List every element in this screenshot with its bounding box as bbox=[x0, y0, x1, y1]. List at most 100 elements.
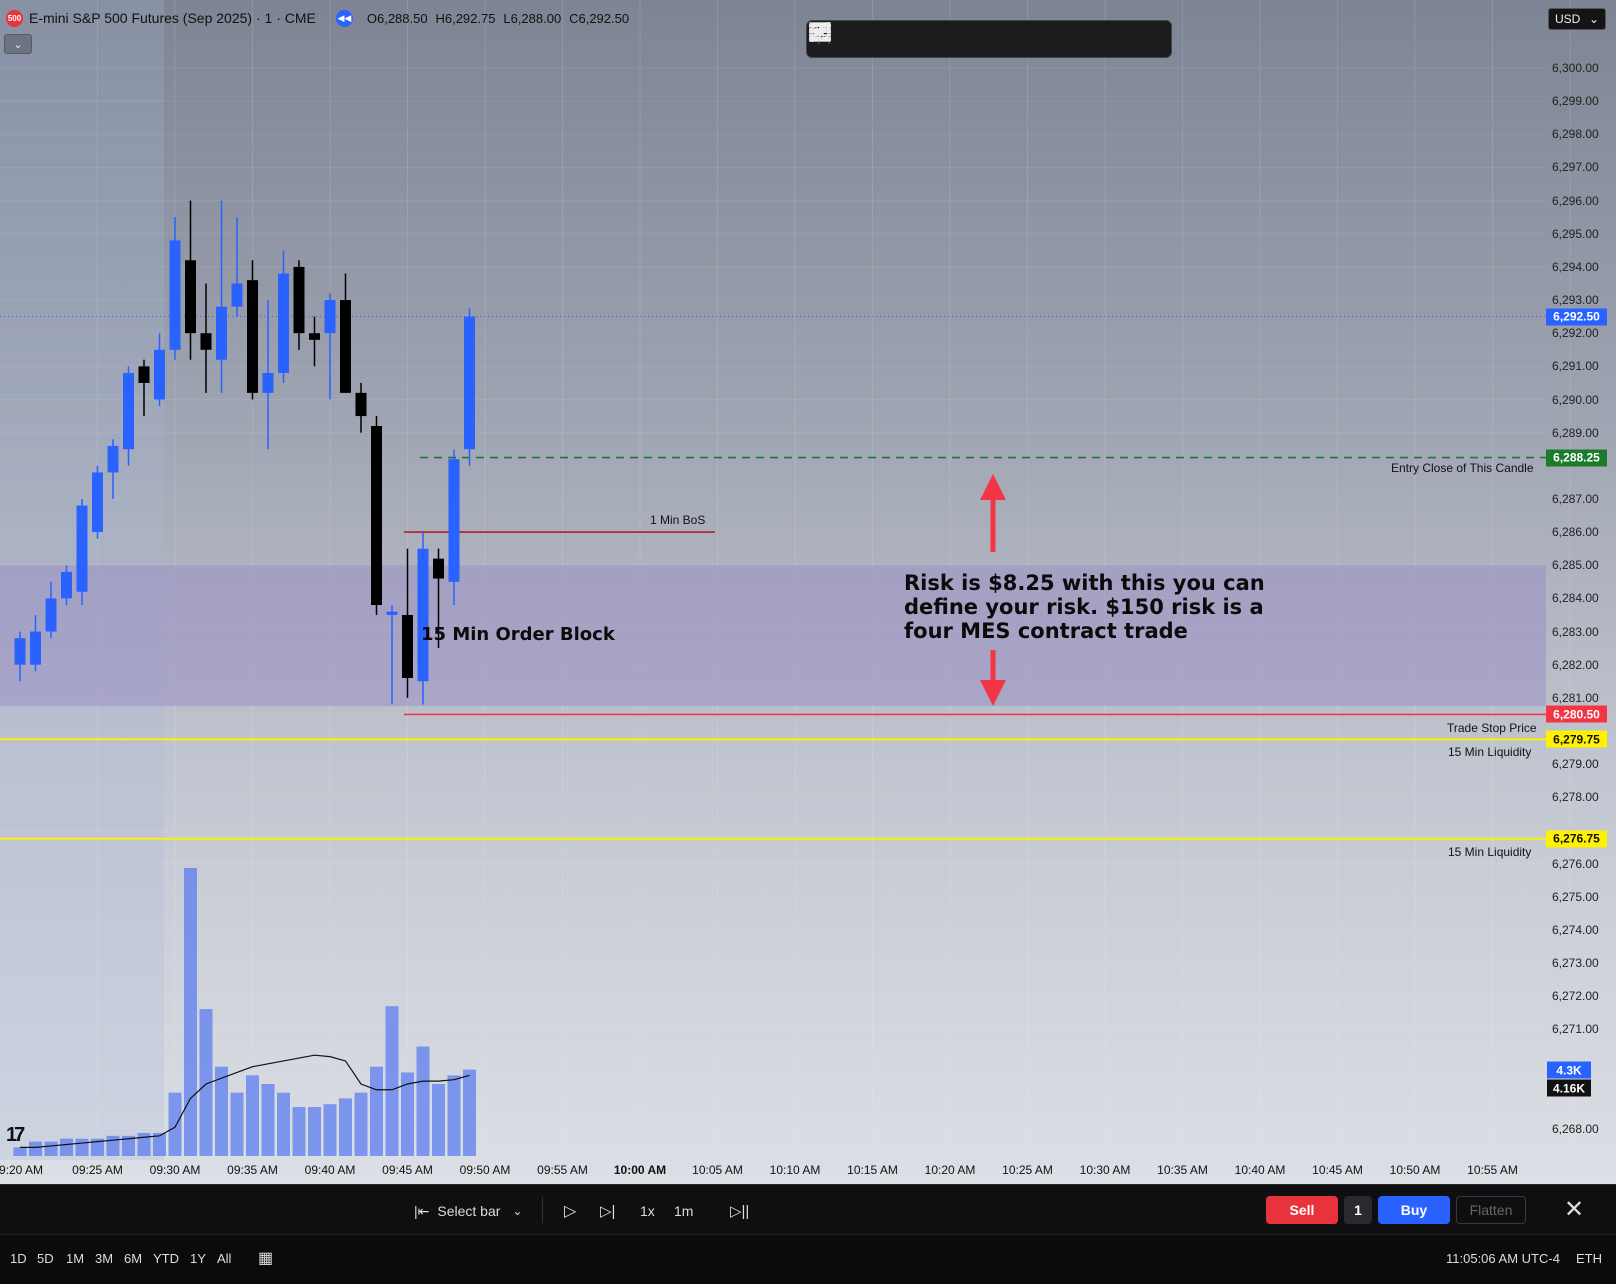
symbol-title[interactable]: E-mini S&P 500 Futures (Sep 2025) · 1 · … bbox=[29, 10, 316, 26]
range-button-5d[interactable]: 5D bbox=[37, 1251, 54, 1266]
price-tick: 6,298.00 bbox=[1552, 127, 1599, 142]
range-button-1y[interactable]: 1Y bbox=[190, 1251, 206, 1266]
price-tick: 6,276.00 bbox=[1552, 856, 1599, 871]
range-button-1m[interactable]: 1M bbox=[66, 1251, 84, 1266]
buy-button[interactable]: Buy bbox=[1378, 1196, 1450, 1224]
candle-body bbox=[340, 300, 351, 393]
range-button-6m[interactable]: 6M bbox=[124, 1251, 142, 1266]
tradingview-logo-icon[interactable]: 17 bbox=[6, 1124, 25, 1147]
interval-button[interactable]: 1m bbox=[674, 1199, 693, 1223]
candle-body bbox=[371, 426, 382, 606]
price-badge: 6,292.50 bbox=[1546, 308, 1607, 326]
price-tick: 6,273.00 bbox=[1552, 956, 1599, 971]
price-tick: 6,287.00 bbox=[1552, 491, 1599, 506]
volume-badge: 4.3K bbox=[1547, 1061, 1591, 1079]
time-tick: 9:20 AM bbox=[0, 1163, 44, 1177]
time-tick: 10:35 AM bbox=[1157, 1163, 1208, 1177]
volume-bar bbox=[432, 1084, 445, 1156]
time-tick: 10:55 AM bbox=[1467, 1163, 1518, 1177]
volume-badge: 4.16K bbox=[1547, 1079, 1591, 1097]
grid-tool-icon[interactable] bbox=[809, 22, 977, 54]
volume-bar bbox=[277, 1092, 290, 1156]
volume-bar bbox=[463, 1069, 476, 1156]
volume-bar bbox=[168, 1092, 182, 1156]
fib-tool-icon[interactable] bbox=[809, 23, 1129, 54]
risk-note-line-3: four MES contract trade bbox=[904, 619, 1188, 643]
candle-body bbox=[45, 598, 57, 632]
volume-bar bbox=[401, 1072, 414, 1156]
speed-button[interactable]: 1x bbox=[640, 1199, 655, 1223]
range-button-1d[interactable]: 1D bbox=[10, 1251, 27, 1266]
price-tick: 6,281.00 bbox=[1552, 690, 1599, 705]
stop-line-label: Trade Stop Price bbox=[1447, 721, 1537, 735]
parallel-channel-tool-icon[interactable] bbox=[809, 24, 1091, 54]
volume-bar bbox=[246, 1075, 259, 1156]
price-tick: 6,292.00 bbox=[1552, 326, 1599, 341]
quantity-field[interactable]: 1 bbox=[1344, 1196, 1372, 1224]
time-tick: 10:10 AM bbox=[769, 1163, 821, 1177]
symbol-logo-icon: 500 bbox=[6, 9, 23, 27]
volume-bar bbox=[354, 1092, 368, 1156]
candle-body bbox=[138, 366, 150, 383]
sell-button[interactable]: Sell bbox=[1266, 1196, 1338, 1224]
rectangle-tool-icon[interactable] bbox=[811, 23, 939, 54]
vertical-line-tool-icon[interactable] bbox=[818, 23, 1015, 54]
price-tick: 6,295.00 bbox=[1552, 226, 1599, 241]
replay-rewind-icon[interactable]: ◀◀ bbox=[335, 9, 353, 27]
candle-body bbox=[231, 283, 243, 307]
select-bar-label: Select bar bbox=[437, 1203, 501, 1219]
candle-body bbox=[309, 333, 320, 340]
price-badge: 6,279.75 bbox=[1546, 730, 1607, 748]
volume-bar bbox=[13, 1147, 27, 1156]
time-tick: 10:40 AM bbox=[1234, 1163, 1286, 1177]
separator bbox=[542, 1197, 543, 1223]
clock-time[interactable]: 11:05:06 AM UTC-4 bbox=[1446, 1251, 1560, 1266]
session-label[interactable]: ETH bbox=[1576, 1251, 1602, 1266]
price-tick: 6,294.00 bbox=[1552, 259, 1599, 274]
candle-body bbox=[14, 638, 26, 665]
chart-area[interactable]: 500 E-mini S&P 500 Futures (Sep 2025) · … bbox=[0, 0, 1616, 1184]
ohlc-low: L6,288.00 bbox=[503, 11, 562, 26]
currency-selector[interactable]: USD ⌄ bbox=[1548, 8, 1606, 30]
volume-bar bbox=[385, 1006, 399, 1156]
entry-line-label: Entry Close of This Candle bbox=[1391, 461, 1534, 475]
flatten-button[interactable]: Flatten bbox=[1456, 1196, 1526, 1224]
time-tick: 10:50 AM bbox=[1389, 1163, 1441, 1177]
jump-to-realtime-icon[interactable]: ▷|| bbox=[730, 1199, 749, 1223]
price-tick: 6,271.00 bbox=[1552, 1022, 1599, 1037]
time-tick: 10:00 AM bbox=[613, 1163, 667, 1177]
candle-body bbox=[107, 445, 119, 473]
volume-bar bbox=[60, 1138, 73, 1156]
horizontal-line-tool-icon[interactable] bbox=[809, 24, 1053, 54]
currency-label: USD bbox=[1555, 12, 1581, 26]
time-tick: 10:30 AM bbox=[1079, 1163, 1131, 1177]
candle-body bbox=[402, 614, 413, 678]
volume-bar bbox=[230, 1092, 244, 1156]
range-button-3m[interactable]: 3M bbox=[95, 1251, 113, 1266]
play-icon[interactable]: ▷ bbox=[564, 1199, 576, 1223]
volume-bar bbox=[339, 1098, 352, 1156]
range-button-ytd[interactable]: YTD bbox=[153, 1251, 179, 1266]
candle-body bbox=[433, 558, 444, 579]
step-forward-icon[interactable]: ▷| bbox=[600, 1199, 615, 1223]
legend-collapse-button[interactable]: ⌄ bbox=[4, 34, 32, 54]
close-icon[interactable]: ✕ bbox=[1564, 1195, 1584, 1224]
ohlc-open: O6,288.50 bbox=[366, 11, 428, 26]
time-tick: 10:45 AM bbox=[1312, 1163, 1363, 1177]
range-button-all[interactable]: All bbox=[217, 1251, 231, 1266]
order-block-zone bbox=[0, 565, 1546, 707]
risk-note-line-1: Risk is $8.25 with this you can bbox=[904, 571, 1265, 595]
time-tick: 09:40 AM bbox=[304, 1163, 356, 1177]
brush-tool-icon[interactable] bbox=[810, 22, 901, 54]
select-bar-button[interactable]: |⇤ Select bar ⌄ bbox=[414, 1199, 522, 1223]
time-tick: 09:25 AM bbox=[72, 1163, 123, 1177]
candle-body bbox=[355, 392, 367, 417]
trend-line-tool-icon[interactable] bbox=[809, 22, 1167, 54]
volume-bar bbox=[184, 868, 197, 1156]
symbol-legend: 500 E-mini S&P 500 Futures (Sep 2025) · … bbox=[6, 8, 633, 28]
calendar-icon[interactable]: ▦ bbox=[258, 1248, 273, 1268]
chart-canvas[interactable] bbox=[0, 0, 1616, 1184]
volume-bar bbox=[370, 1066, 383, 1156]
replay-trading-bar: |⇤ Select bar ⌄ ▷ ▷| 1x 1m ▷|| Sell 1 Bu… bbox=[0, 1184, 1616, 1235]
time-tick: 09:50 AM bbox=[459, 1163, 511, 1177]
